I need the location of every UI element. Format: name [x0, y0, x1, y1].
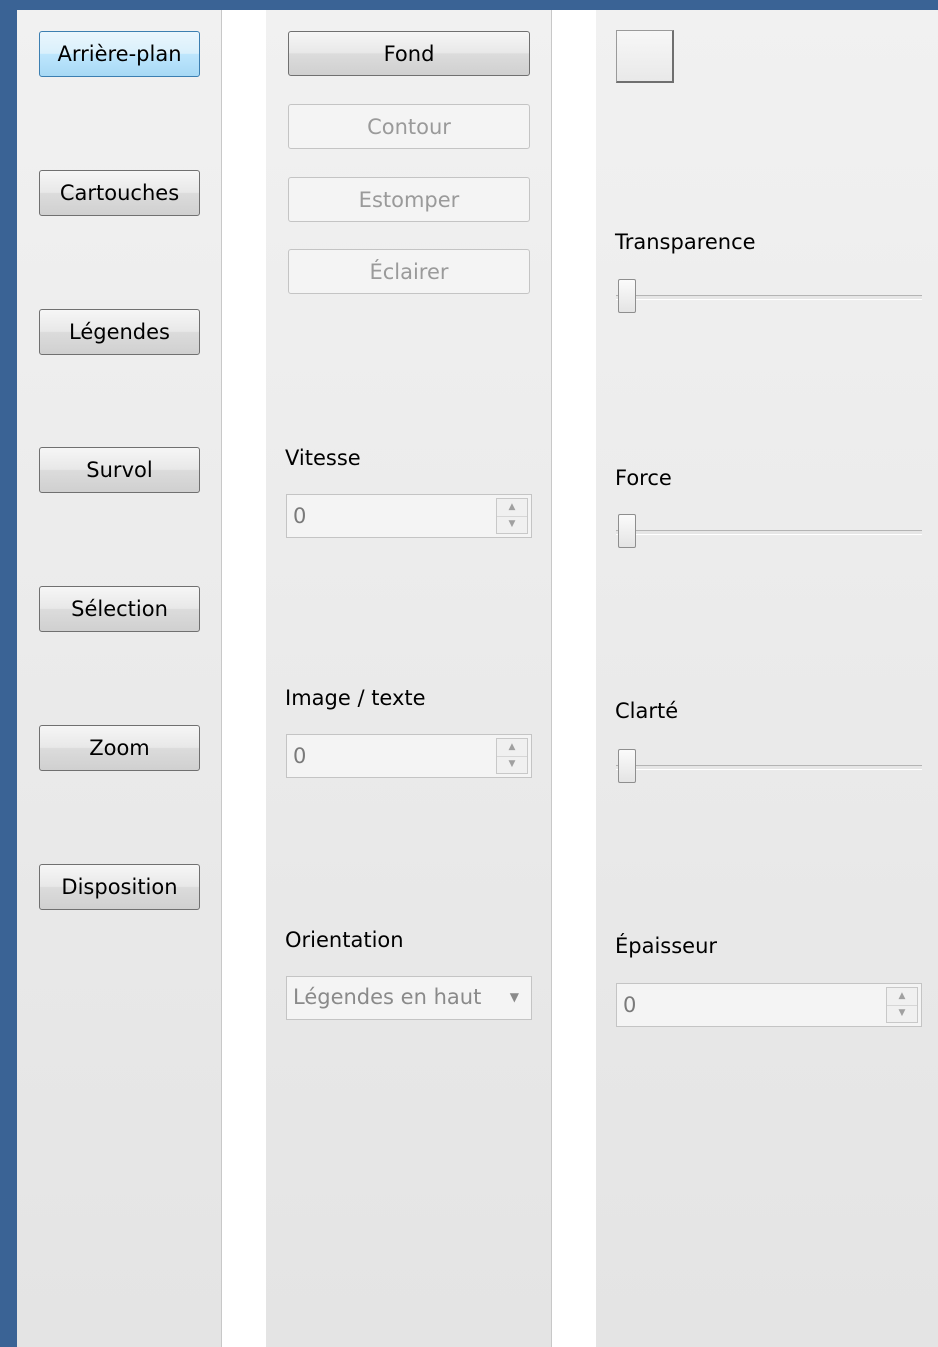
- image-texte-value: 0: [293, 744, 307, 768]
- orientation-label: Orientation: [285, 928, 404, 952]
- spin-down-icon[interactable]: ▼: [887, 1004, 917, 1023]
- transparence-slider[interactable]: [616, 277, 922, 317]
- vitesse-value: 0: [293, 504, 307, 528]
- image-texte-label: Image / texte: [285, 686, 426, 710]
- nav-button-cartouches[interactable]: Cartouches: [39, 170, 200, 216]
- vitesse-spin-arrows[interactable]: ▲ ▼: [496, 498, 528, 534]
- image-texte-spinbox[interactable]: 0 ▲ ▼: [286, 734, 532, 778]
- chevron-down-icon: ▼: [509, 990, 519, 1004]
- nav-button-disposition[interactable]: Disposition: [39, 864, 200, 910]
- spin-down-icon[interactable]: ▼: [497, 515, 527, 534]
- image-texte-spin-arrows[interactable]: ▲ ▼: [496, 738, 528, 774]
- vitesse-spinbox[interactable]: 0 ▲ ▼: [286, 494, 532, 538]
- slider-thumb[interactable]: [618, 279, 636, 313]
- spin-down-icon[interactable]: ▼: [497, 755, 527, 774]
- panel-gap: [222, 10, 266, 1347]
- eclairer-button[interactable]: Éclairer: [288, 249, 530, 294]
- spin-up-icon[interactable]: ▲: [887, 988, 917, 1005]
- force-slider[interactable]: [616, 512, 922, 552]
- spin-up-icon[interactable]: ▲: [497, 739, 527, 756]
- epaisseur-label: Épaisseur: [615, 934, 718, 958]
- slider-track: [616, 530, 922, 535]
- spin-up-icon[interactable]: ▲: [497, 499, 527, 516]
- orientation-select[interactable]: Légendes en haut ▼: [286, 976, 532, 1020]
- slider-track: [616, 765, 922, 770]
- settings-panel: [596, 10, 938, 1347]
- fond-button[interactable]: Fond: [288, 31, 530, 76]
- estomper-button[interactable]: Estomper: [288, 177, 530, 222]
- nav-button-zoom[interactable]: Zoom: [39, 725, 200, 771]
- nav-button-legendes[interactable]: Légendes: [39, 309, 200, 355]
- nav-button-survol[interactable]: Survol: [39, 447, 200, 493]
- orientation-selected-value: Légendes en haut: [293, 985, 482, 1009]
- clarte-slider[interactable]: [616, 747, 922, 787]
- panel-gap: [552, 10, 596, 1347]
- nav-button-arriere-plan[interactable]: Arrière-plan: [39, 31, 200, 77]
- epaisseur-value: 0: [623, 993, 637, 1017]
- nav-button-selection[interactable]: Sélection: [39, 586, 200, 632]
- transparence-label: Transparence: [615, 230, 756, 254]
- clarte-label: Clarté: [615, 699, 679, 723]
- contour-button[interactable]: Contour: [288, 104, 530, 149]
- epaisseur-spin-arrows[interactable]: ▲ ▼: [886, 987, 918, 1023]
- vitesse-label: Vitesse: [285, 446, 361, 470]
- slider-thumb[interactable]: [618, 749, 636, 783]
- slider-thumb[interactable]: [618, 514, 636, 548]
- slider-track: [616, 295, 922, 300]
- color-picker-button[interactable]: [616, 30, 674, 83]
- epaisseur-spinbox[interactable]: 0 ▲ ▼: [616, 983, 922, 1027]
- force-label: Force: [615, 466, 672, 490]
